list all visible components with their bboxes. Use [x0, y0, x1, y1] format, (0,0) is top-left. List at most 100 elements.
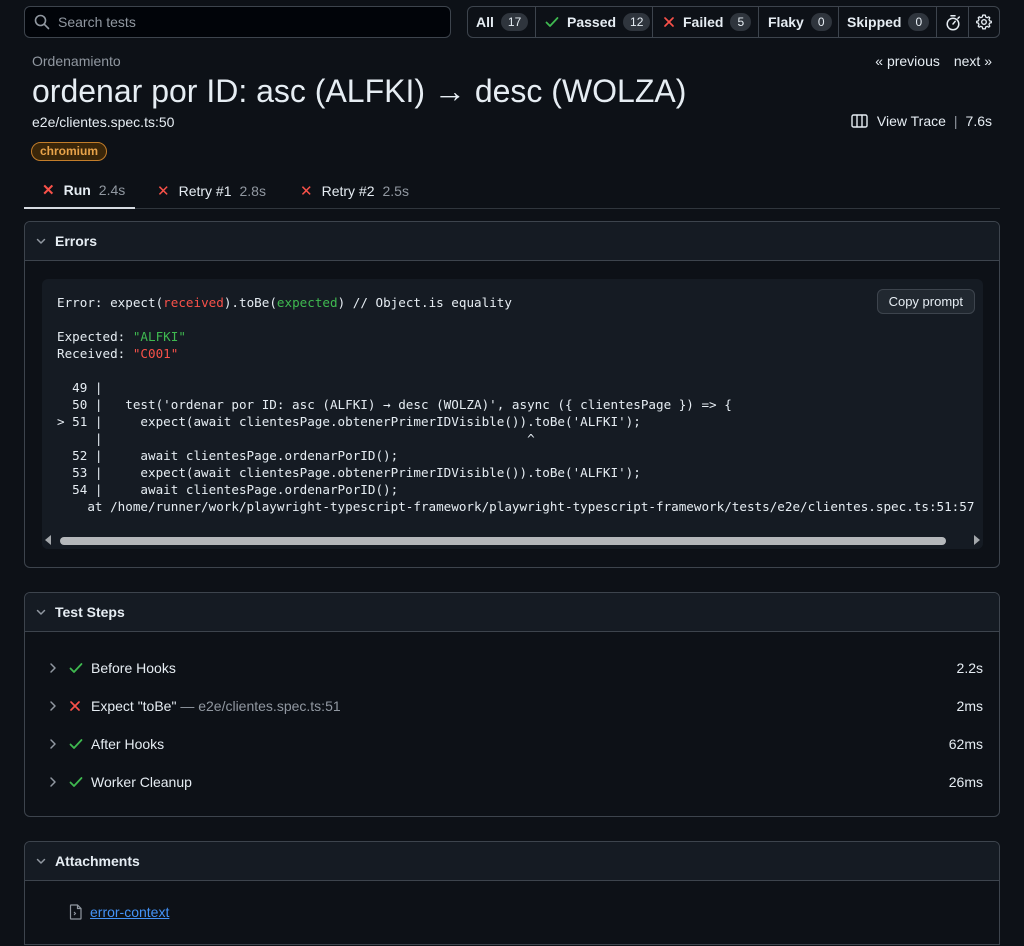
step-duration: 2.2s: [956, 660, 983, 676]
expected-token: expected: [276, 295, 338, 310]
errors-header[interactable]: Errors: [25, 222, 999, 261]
errors-heading: Errors: [55, 233, 98, 249]
attachments-header[interactable]: Attachments: [25, 842, 999, 881]
scrollbar-thumb[interactable]: [60, 537, 946, 545]
step-duration: 2ms: [956, 698, 983, 714]
x-icon: [664, 17, 674, 27]
scroll-right-arrow[interactable]: [974, 535, 980, 545]
test-steps-header[interactable]: Test Steps: [25, 593, 999, 632]
step-title: Expect "toBe" — e2e/clientes.spec.ts:51: [91, 698, 341, 714]
chevron-down-icon: [36, 858, 46, 864]
view-trace-link[interactable]: View Trace: [877, 113, 946, 129]
browser-badge[interactable]: chromium: [31, 142, 108, 161]
code-line: 53 | expect(await clientesPage.obtenerPr…: [57, 465, 641, 480]
failed-x-icon: ✕: [300, 182, 313, 200]
code-line: 52 | await clientesPage.ordenarPorID();: [57, 448, 399, 463]
search-input[interactable]: [58, 14, 438, 30]
copy-prompt-button[interactable]: Copy prompt: [876, 289, 975, 314]
filter-failed[interactable]: Failed 5: [653, 7, 759, 37]
code-line: 49 |: [57, 380, 103, 395]
chevron-right-icon: [50, 701, 56, 711]
gear-icon: [976, 14, 992, 30]
tab-run-duration: 2.4s: [98, 181, 126, 198]
attachments-panel: Attachments error-context: [24, 841, 1000, 945]
filter-all-count: 17: [500, 13, 529, 31]
received-token: received: [163, 295, 224, 310]
filter-passed-count: 12: [623, 13, 651, 31]
step-duration: 26ms: [948, 774, 983, 790]
test-navigation: « previous next »: [875, 53, 992, 69]
test-location[interactable]: e2e/clientes.spec.ts:50: [32, 114, 174, 130]
trace-icon: [851, 114, 868, 128]
step-row[interactable]: Expect "toBe" — e2e/clientes.spec.ts:51 …: [25, 691, 999, 721]
test-duration: 7.6s: [965, 113, 992, 129]
chevron-right-icon: [50, 777, 56, 787]
filter-passed[interactable]: Passed 12: [536, 7, 653, 37]
attachment-link[interactable]: error-context: [90, 904, 169, 920]
filter-all[interactable]: All 17: [468, 7, 536, 37]
error-message: Error: expect(received).toBe(expected) /…: [42, 279, 983, 549]
failed-x-icon: ✕: [157, 182, 170, 200]
attachment-item: error-context: [69, 904, 169, 920]
separator: |: [953, 113, 958, 129]
file-icon: [69, 904, 82, 920]
tab-retry-1[interactable]: ✕ Retry #1 2.8s: [157, 172, 266, 209]
tab-retry-1-duration: 2.8s: [239, 182, 266, 199]
filter-flaky-count: 0: [810, 13, 832, 31]
search-box[interactable]: [24, 6, 451, 38]
step-row[interactable]: After Hooks 62ms: [25, 729, 999, 759]
failed-x-icon: ✕: [42, 181, 55, 199]
step-title: Before Hooks: [91, 660, 176, 676]
chevron-right-icon: [50, 739, 56, 749]
code-line: 54 | await clientesPage.ordenarPorID();: [57, 482, 399, 497]
stopwatch-icon: [945, 14, 960, 31]
filter-failed-count: 5: [730, 13, 752, 31]
filter-failed-label: Failed: [683, 14, 724, 30]
scroll-left-arrow[interactable]: [45, 535, 51, 545]
run-tabs: ✕ Run 2.4s ✕ Retry #1 2.8s ✕ Retry #2 2.…: [24, 172, 1000, 209]
filter-all-label: All: [476, 14, 494, 30]
step-row[interactable]: Worker Cleanup 26ms: [25, 767, 999, 797]
tab-retry-1-label: Retry #1: [178, 182, 232, 199]
tab-run-label: Run: [63, 181, 91, 198]
step-location: — e2e/clientes.spec.ts:51: [176, 698, 341, 714]
next-link[interactable]: next »: [954, 53, 992, 69]
chevron-down-icon: [36, 238, 46, 244]
tab-run[interactable]: ✕ Run 2.4s: [24, 172, 135, 209]
settings-button[interactable]: [969, 7, 999, 37]
stack-trace-line: at /home/runner/work/playwright-typescri…: [57, 499, 975, 514]
step-row[interactable]: Before Hooks 2.2s: [25, 653, 999, 683]
chevron-down-icon: [36, 609, 46, 615]
attachments-heading: Attachments: [55, 853, 140, 869]
filter-skipped[interactable]: Skipped 0: [839, 7, 937, 37]
test-title: ordenar por ID: asc (ALFKI) → desc (WOLZ…: [32, 73, 687, 109]
step-title: Worker Cleanup: [91, 774, 192, 790]
check-icon: [69, 739, 83, 749]
expected-value: "ALFKI": [132, 329, 186, 344]
test-steps-heading: Test Steps: [55, 604, 125, 620]
filter-flaky[interactable]: Flaky 0: [759, 7, 839, 37]
tab-retry-2[interactable]: ✕ Retry #2 2.5s: [300, 172, 409, 209]
search-icon: [34, 14, 50, 30]
step-title: After Hooks: [91, 736, 165, 752]
code-line: | ^: [57, 431, 535, 446]
trace-info: View Trace | 7.6s: [851, 113, 992, 129]
filter-skipped-count: 0: [908, 13, 930, 31]
filter-flaky-label: Flaky: [768, 14, 804, 30]
speedboard-button[interactable]: [937, 7, 969, 37]
errors-panel: Errors Error: expect(received).toBe(expe…: [24, 221, 1000, 568]
previous-link[interactable]: « previous: [875, 53, 940, 69]
tab-retry-2-label: Retry #2: [321, 182, 375, 199]
check-icon: [69, 663, 83, 673]
status-filter-bar: All 17 Passed 12 Failed 5 Flaky 0 Skippe…: [467, 6, 1000, 38]
received-value: "C001": [132, 346, 179, 361]
code-line: > 51 | expect(await clientesPage.obtener…: [57, 414, 641, 429]
horizontal-scrollbar[interactable]: [42, 532, 983, 549]
expected-label: Expected:: [57, 329, 133, 344]
test-steps-panel: Test Steps Before Hooks 2.2s Expect "toB…: [24, 592, 1000, 817]
filter-skipped-label: Skipped: [847, 14, 902, 30]
received-label: Received:: [57, 346, 133, 361]
tab-retry-2-duration: 2.5s: [382, 182, 409, 199]
error-code-block: Error: expect(received).toBe(expected) /…: [57, 295, 975, 514]
chevron-right-icon: [50, 663, 56, 673]
